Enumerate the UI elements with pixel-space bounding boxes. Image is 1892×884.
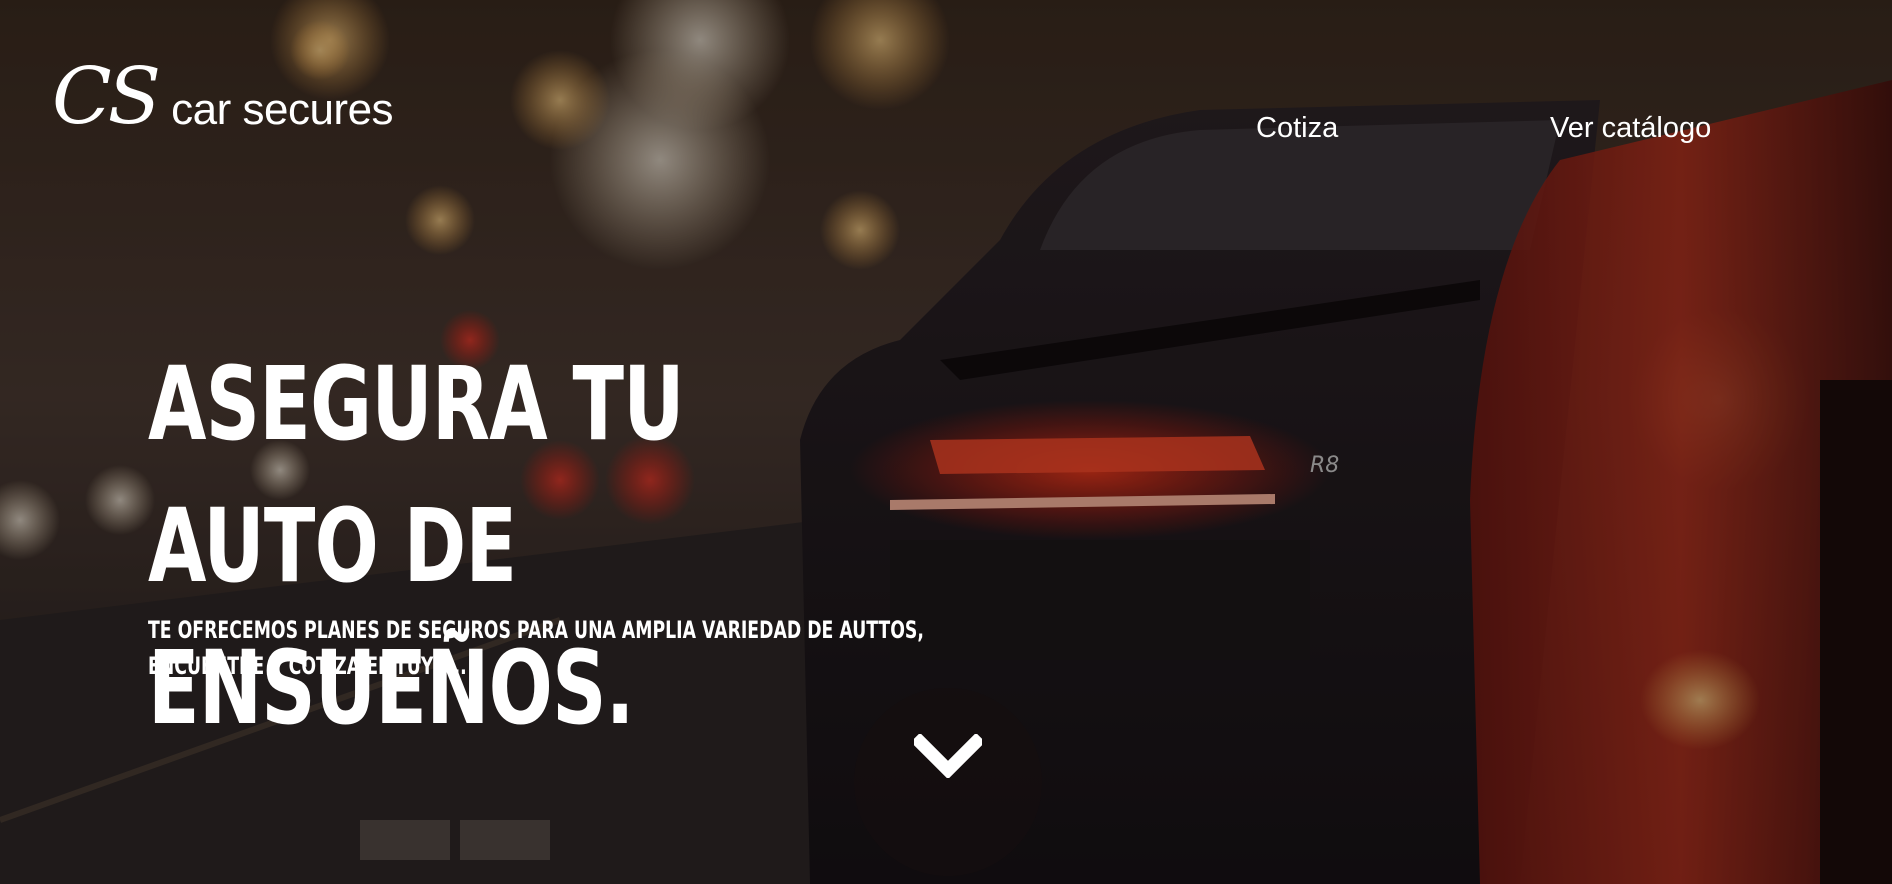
brand-name: car secures	[171, 85, 394, 134]
scroll-down-button[interactable]	[854, 688, 1042, 876]
brand-logo[interactable]: CS car secures	[52, 52, 394, 142]
nav-link-ver-catalogo[interactable]: Ver catálogo	[1550, 112, 1711, 145]
hero-subtext: TE OFRECEMOS PLANES DE SEGUROS PARA UNA …	[148, 616, 924, 680]
logo-mark: CS	[52, 52, 161, 142]
hero-section: R8 CS car secures Cotiza Ver catálogo AS…	[0, 0, 1892, 884]
chevron-down-icon	[914, 734, 982, 778]
nav-link-cotiza[interactable]: Cotiza	[1256, 112, 1338, 145]
hero-headline: ASEGURA TU AUTO DE ENSUEÑOS.	[148, 345, 685, 748]
